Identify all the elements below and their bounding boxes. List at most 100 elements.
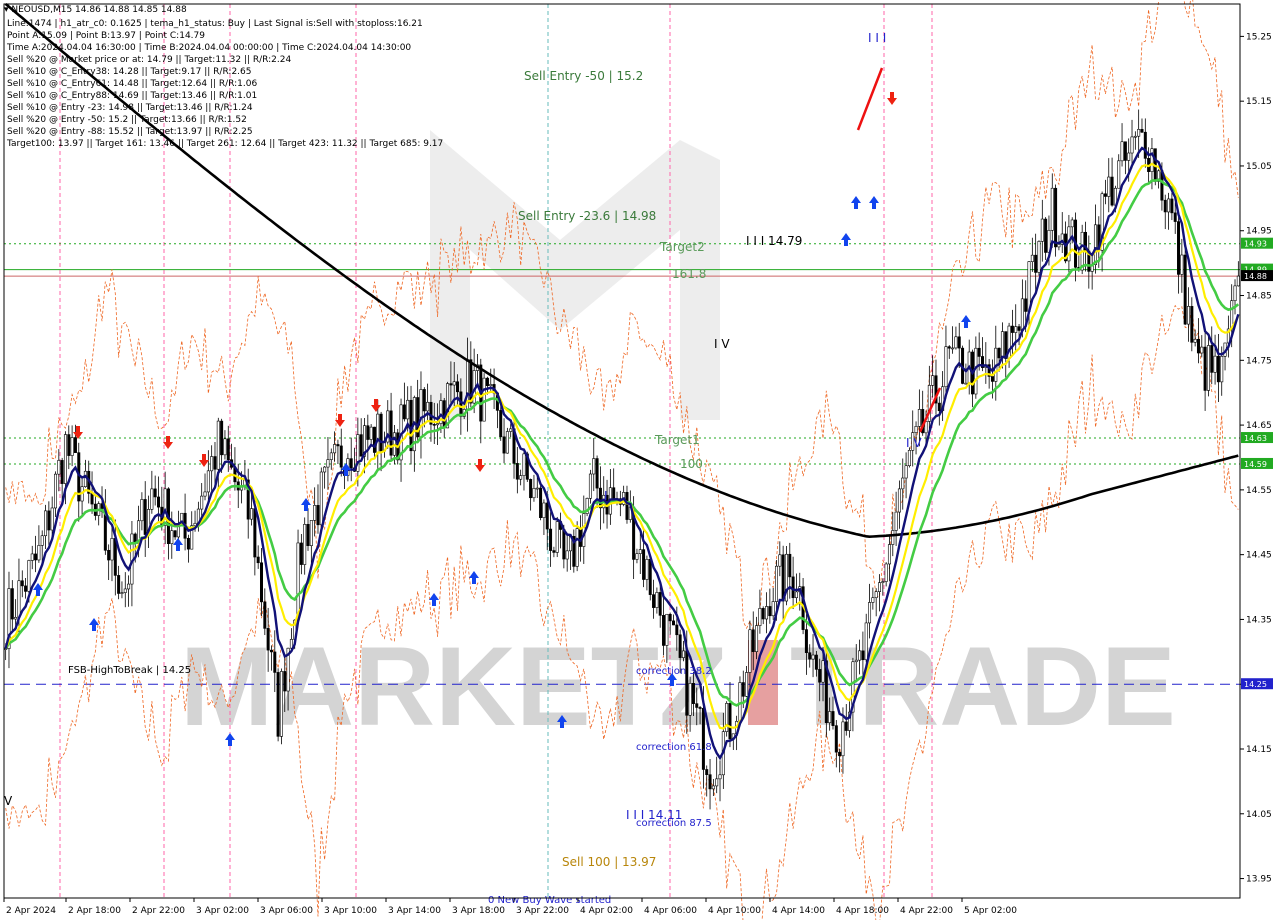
candle-body	[339, 445, 343, 468]
candle-body	[63, 434, 67, 484]
candle-body	[1034, 254, 1038, 273]
info-line: Line:1474 | h1_atr_c0: 0.1625 | tema_h1_…	[7, 19, 423, 29]
candle-body	[333, 444, 337, 454]
candle-body	[891, 530, 895, 545]
candle-body	[662, 615, 666, 646]
sell-arrow-icon	[475, 459, 485, 472]
candle-body	[366, 425, 370, 440]
candle-body	[828, 711, 832, 724]
annotation-label: I I I	[868, 31, 886, 45]
candle-body	[545, 502, 549, 530]
candle-body	[1190, 306, 1194, 343]
candle-body	[595, 458, 599, 489]
candle-body	[565, 550, 569, 560]
candle-body	[1236, 275, 1240, 287]
price-tag-label: 14.25	[1244, 680, 1267, 689]
candle-body	[914, 426, 918, 433]
candle-body	[24, 585, 28, 592]
buy-arrow-icon	[869, 196, 879, 209]
annotation-label: V	[4, 794, 13, 808]
candle-body	[768, 606, 772, 617]
info-panel: ▾ NEOUSD,M15 14.86 14.88 14.85 14.88 Line…	[4, 5, 443, 149]
candle-body	[20, 580, 24, 587]
candle-body	[834, 725, 838, 753]
candle-body	[897, 488, 901, 513]
info-line: Time A:2024.04.04 16:30:00 | Time B:2024…	[6, 43, 411, 53]
candle-body	[157, 496, 161, 508]
candle-body	[864, 622, 868, 661]
candle-body	[887, 544, 891, 565]
candle-body	[220, 420, 224, 456]
candle-body	[170, 530, 174, 544]
symbol-header: ▾ NEOUSD,M15 14.86 14.88 14.85 14.88	[4, 5, 187, 15]
candle-body	[1163, 199, 1167, 213]
candle-body	[1150, 148, 1154, 172]
candle-body	[419, 389, 423, 438]
price-chart[interactable]: MARKETZ TRADE Sell Entry -50 | 15.2 Sell …	[0, 0, 1280, 920]
info-line: Sell %10 @ C_Entry38: 14.28 || Target:9.…	[7, 67, 252, 77]
y-tick-label: 14.35	[1246, 615, 1272, 625]
candle-body	[804, 629, 808, 654]
candle-body	[389, 410, 393, 456]
candle-body	[675, 624, 679, 636]
candle-body	[83, 470, 87, 488]
candle-body	[765, 606, 769, 620]
y-tick-label: 13.95	[1246, 875, 1272, 885]
watermark-text-left: MARKETZ	[180, 624, 727, 749]
candle-body	[30, 553, 34, 561]
candle-body	[459, 391, 463, 417]
annotation-label: FSB-HighToBreak | 14.25	[68, 665, 191, 676]
annotation-label: Sell Entry -50 | 15.2	[524, 69, 643, 83]
candle-body	[1216, 355, 1220, 383]
candle-body	[200, 495, 204, 510]
sell-arrow-icon	[73, 426, 83, 439]
annotation-label: Target2	[659, 240, 705, 254]
annotation-label: I I I 14.79	[746, 234, 802, 248]
buy-arrow-icon	[301, 498, 311, 511]
candle-body	[499, 410, 503, 438]
candle-body	[688, 683, 692, 716]
candle-body	[904, 465, 908, 479]
candle-body	[103, 511, 107, 551]
candle-body	[213, 456, 217, 470]
candle-body	[854, 659, 858, 663]
candle-body	[279, 671, 283, 737]
candle-body	[954, 336, 958, 349]
candle-body	[701, 707, 705, 770]
y-tick-label: 15.15	[1246, 97, 1272, 107]
candle-body	[449, 383, 453, 386]
candle-body	[485, 377, 489, 387]
candle-body	[542, 502, 546, 519]
candle-body	[814, 654, 818, 670]
candle-body	[1213, 355, 1217, 373]
annotation-label: I V	[906, 436, 922, 450]
candle-body	[755, 625, 759, 652]
candle-body	[791, 576, 795, 599]
candle-body	[379, 413, 383, 452]
watermark-text-right: TRADE	[790, 624, 1176, 749]
candle-body	[794, 591, 798, 599]
candle-body	[964, 382, 968, 385]
candle-body	[186, 537, 190, 550]
candle-body	[150, 488, 154, 510]
candle-body	[884, 563, 888, 582]
candle-body	[1120, 141, 1124, 162]
sell-arrow-icon	[887, 92, 897, 105]
candle-body	[313, 505, 317, 521]
buy-arrow-icon	[173, 538, 183, 551]
info-line: Sell %20 @ Market price or at: 14.79 || …	[7, 55, 291, 65]
candle-body	[359, 434, 363, 457]
candle-body	[1107, 176, 1111, 197]
x-tick-label: 5 Apr 02:00	[964, 906, 1017, 916]
candle-body	[1110, 176, 1114, 206]
candle-body	[635, 553, 639, 560]
annotation-label: Target1	[654, 433, 700, 447]
candle-body	[588, 473, 592, 499]
candle-body	[705, 769, 709, 775]
candle-body	[821, 660, 825, 683]
buy-arrow-icon	[469, 571, 479, 584]
candle-body	[1180, 254, 1184, 275]
candle-body	[937, 402, 941, 412]
y-tick-label: 14.05	[1246, 810, 1272, 820]
candle-body	[283, 671, 287, 692]
